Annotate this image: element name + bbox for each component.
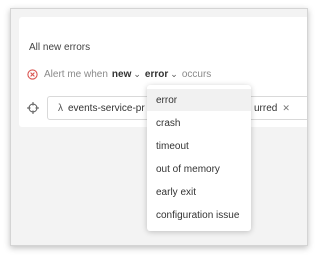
menu-item-out-of-memory[interactable]: out of memory (147, 158, 251, 180)
menu-item-crash[interactable]: crash (147, 112, 251, 134)
close-icon[interactable]: ✕ (282, 103, 290, 114)
card-title: All new errors (29, 42, 91, 53)
tag-label-right: urred (254, 102, 278, 114)
lambda-icon: λ (58, 102, 63, 114)
tag-label-right-wrap: urred ✕ (254, 103, 290, 114)
error-type-menu: error crash timeout out of memory early … (147, 85, 251, 231)
crosshair-icon (27, 102, 39, 114)
error-type-dropdown[interactable]: error (145, 69, 168, 80)
menu-item-configuration-issue[interactable]: configuration issue (147, 204, 251, 226)
alert-suffix-text: occurs (181, 69, 212, 80)
alert-condition-row: Alert me when new ⌄ error ⌄ occurs (27, 69, 211, 80)
chevron-down-icon[interactable]: ⌄ (170, 69, 178, 80)
condition-dropdown[interactable]: new (112, 69, 131, 80)
tag-label-left: events-service-pr (68, 102, 145, 114)
menu-item-error[interactable]: error (147, 89, 251, 111)
chevron-down-icon[interactable]: ⌄ (133, 69, 141, 80)
menu-item-timeout[interactable]: timeout (147, 135, 251, 157)
remove-circle-icon[interactable] (27, 69, 38, 80)
alert-prefix-text: Alert me when (44, 69, 108, 80)
menu-item-early-exit[interactable]: early exit (147, 181, 251, 203)
